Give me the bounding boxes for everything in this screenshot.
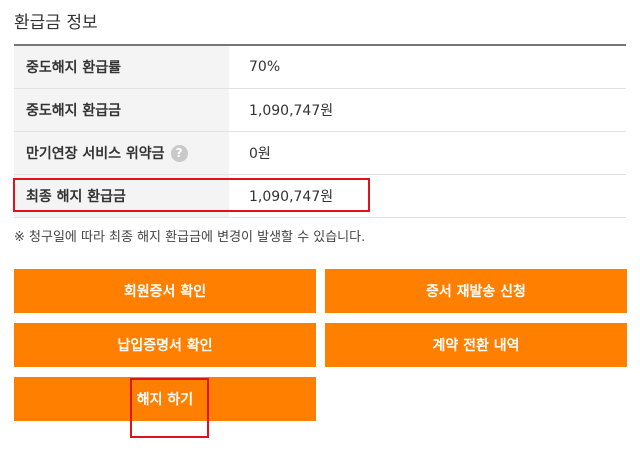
help-icon[interactable]: ? [170, 144, 188, 162]
row-label: 중도해지 환급금 [14, 89, 229, 131]
table-row: 중도해지 환급금 1,090,747원 [14, 89, 626, 132]
highlight-box-final-refund [13, 178, 370, 212]
row-value: 1,090,747원 [249, 103, 334, 119]
contract-switch-history-button[interactable]: 계약 전환 내역 [325, 323, 627, 367]
table-row: 중도해지 환급률 70% [14, 46, 626, 89]
certificate-reissue-button[interactable]: 증서 재발송 신청 [325, 269, 627, 313]
row-value: 70% [249, 59, 281, 75]
row-label-with-help: 만기연장 서비스 위약금 ? [14, 132, 229, 174]
payment-certificate-button[interactable]: 납입증명서 확인 [14, 323, 316, 367]
row-label: 만기연장 서비스 위약금 [26, 146, 165, 162]
row-value: 0원 [249, 146, 271, 162]
member-certificate-button[interactable]: 회원증서 확인 [14, 269, 316, 313]
table-row: 만기연장 서비스 위약금 ? 0원 [14, 132, 626, 175]
section-title: 환급금 정보 [14, 13, 98, 33]
highlight-box-terminate [130, 378, 209, 438]
notice-text: ※ 청구일에 따라 최종 해지 환급금에 변경이 발생할 수 있습니다. [14, 230, 366, 245]
row-label: 중도해지 환급률 [14, 46, 229, 88]
